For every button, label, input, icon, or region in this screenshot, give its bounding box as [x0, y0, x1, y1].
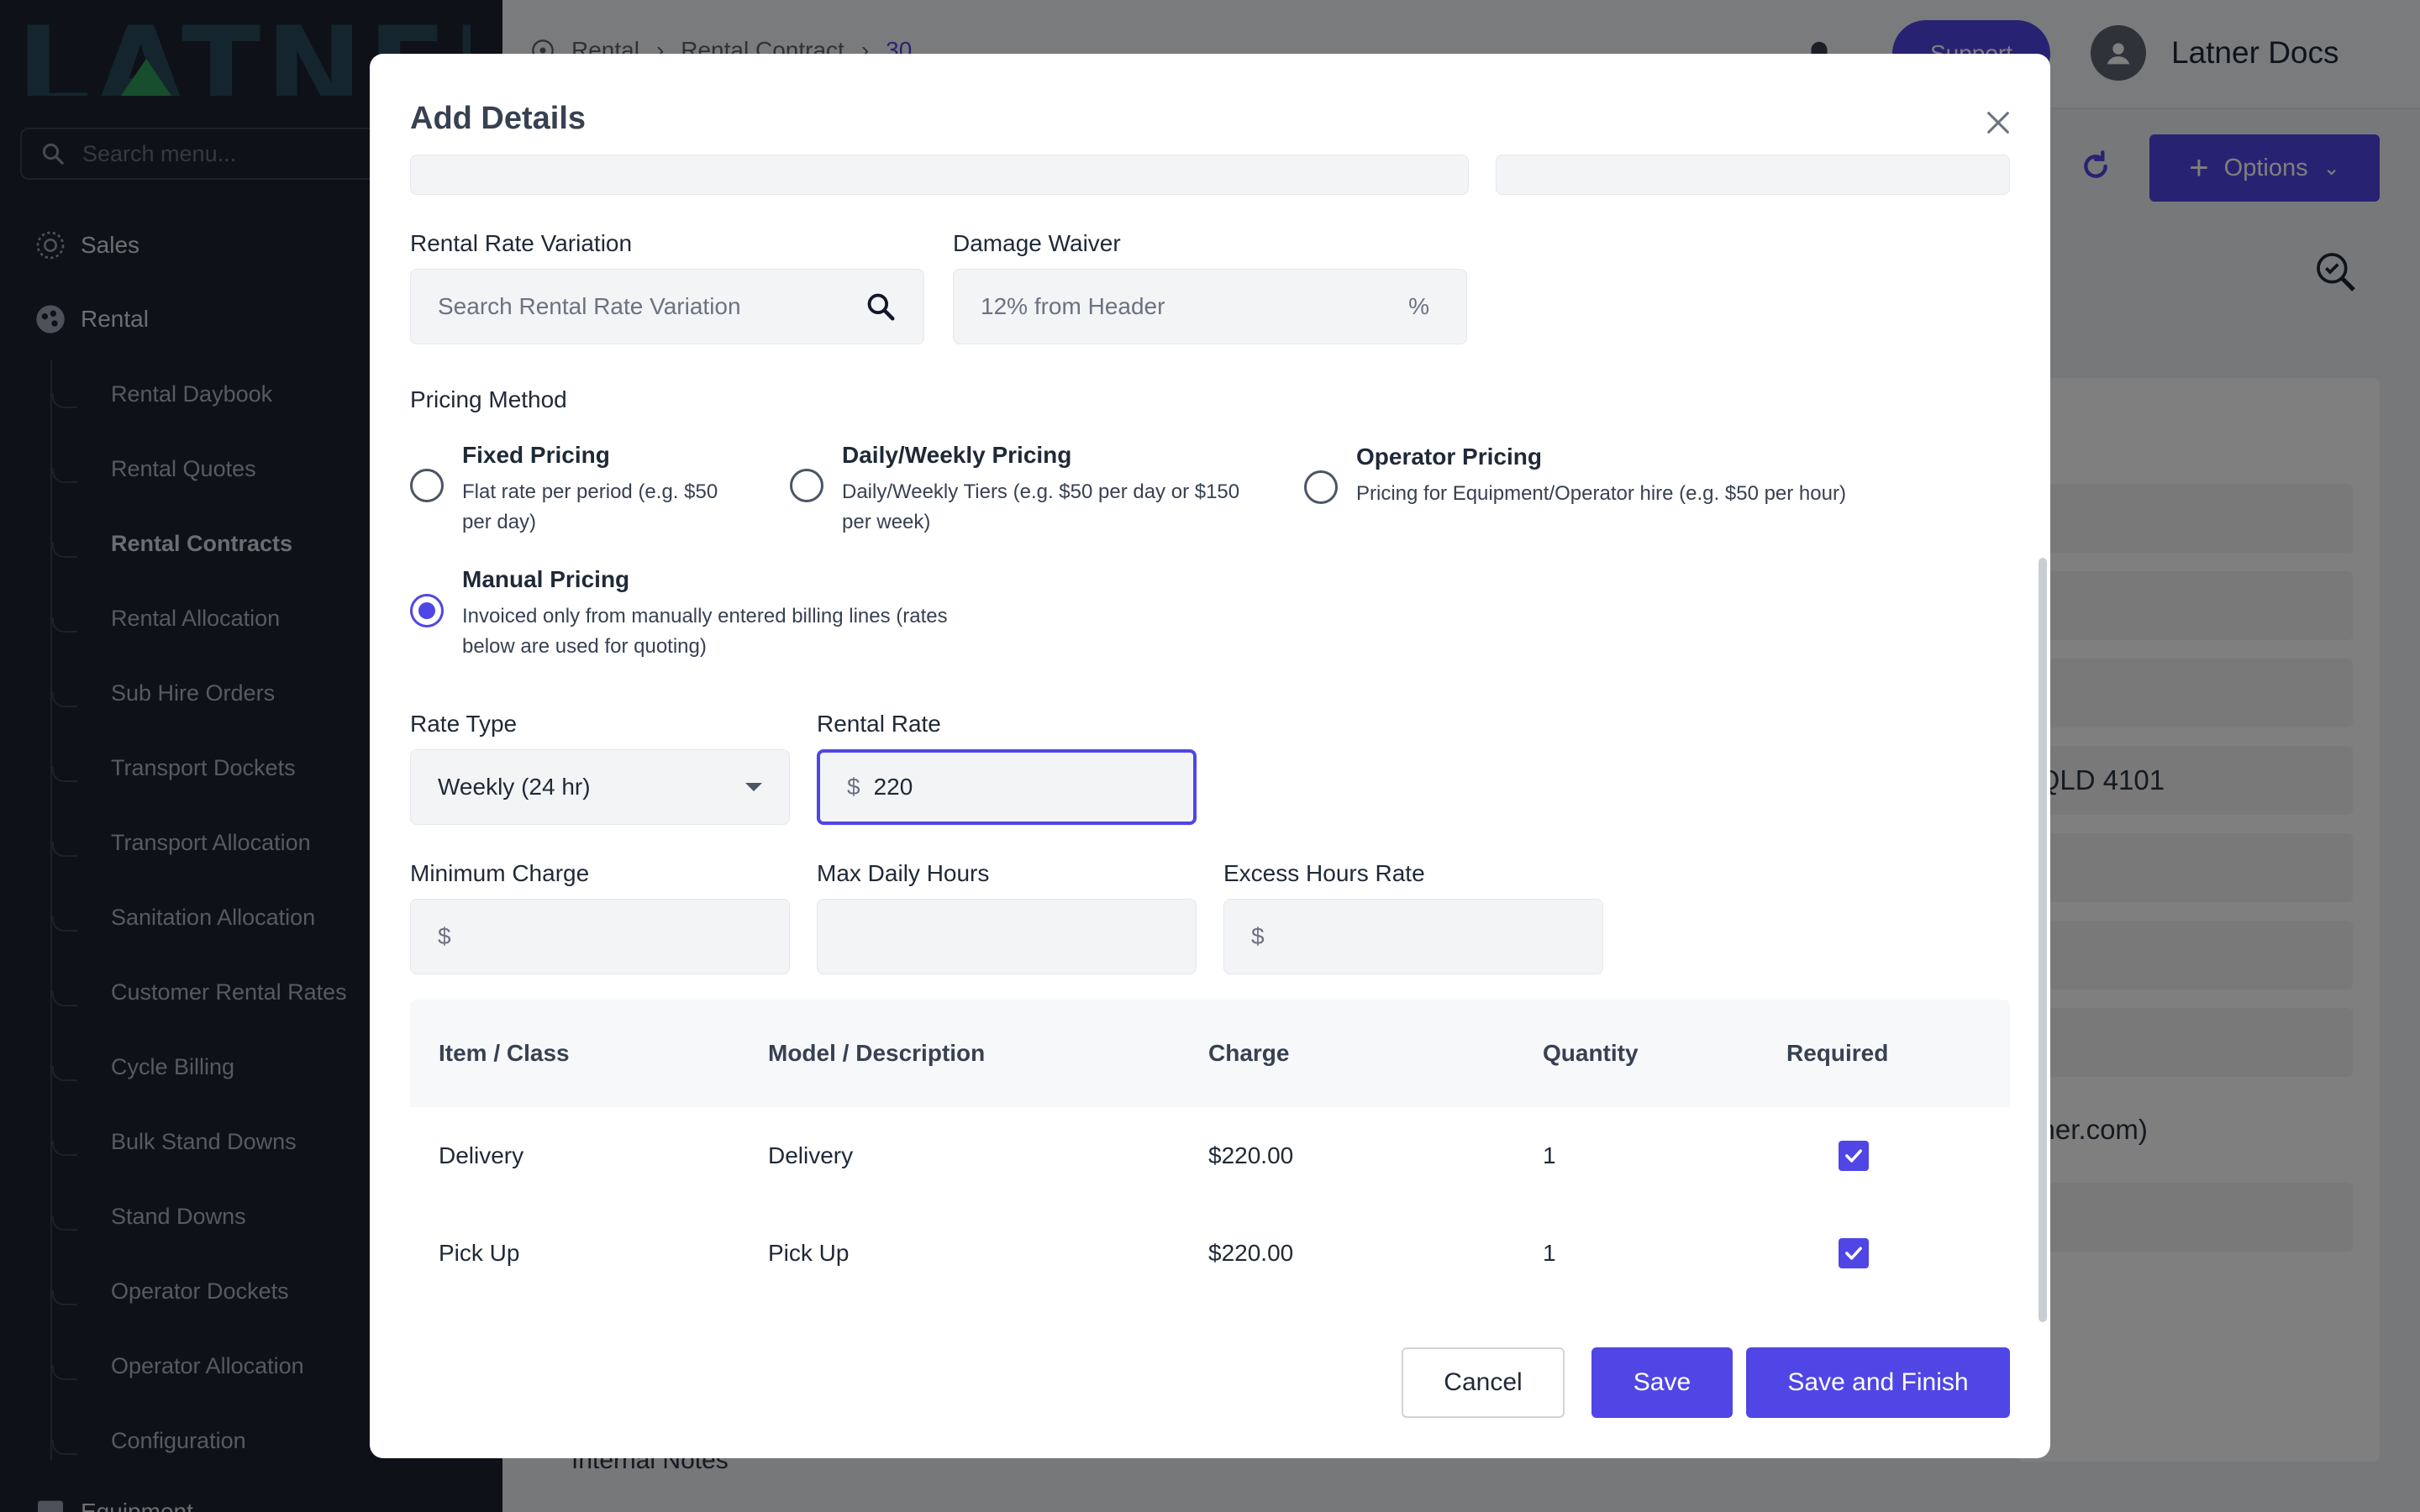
table-row[interactable]: Pick Up Pick Up $220.00 1	[410, 1205, 2010, 1302]
damage-waiver-label: Damage Waiver	[953, 230, 1121, 256]
check-icon	[1845, 1247, 1862, 1260]
required-checkbox[interactable]	[1839, 1141, 1869, 1171]
daily-weekly-pricing-desc-2: per week)	[842, 511, 931, 533]
manual-pricing-title: Manual Pricing	[462, 566, 630, 592]
rental-rate-variation-input[interactable]: Search Rental Rate Variation	[410, 269, 924, 344]
radio-operator-pricing[interactable]	[1304, 470, 1338, 504]
minimum-charge-input[interactable]: $	[410, 899, 790, 974]
max-daily-hours-input[interactable]	[817, 899, 1197, 974]
operator-pricing-title: Operator Pricing	[1356, 444, 1542, 470]
required-checkbox[interactable]	[1839, 1238, 1869, 1268]
rental-rate-input[interactable]: $ 220	[817, 749, 1197, 825]
max-daily-hours-label: Max Daily Hours	[817, 860, 990, 886]
manual-pricing-desc: Invoiced only from manually entered bill…	[462, 605, 948, 627]
currency-prefix: $	[1251, 923, 1265, 949]
radio-daily-weekly-pricing[interactable]	[790, 469, 823, 502]
minimum-charge-label: Minimum Charge	[410, 860, 590, 886]
daily-weekly-pricing-desc: Daily/Weekly Tiers (e.g. $50 per day or …	[842, 480, 1240, 503]
operator-pricing-desc: Pricing for Equipment/Operator hire (e.g…	[1356, 482, 1846, 505]
table-header: Item / Class Model / Description Charge …	[410, 1000, 2010, 1107]
add-details-modal: Add Details Rental Rate Variation Search…	[370, 54, 2050, 1458]
fixed-pricing-title: Fixed Pricing	[462, 442, 610, 468]
scrolled-field[interactable]	[1496, 155, 2010, 195]
scrolled-field[interactable]	[410, 155, 1469, 195]
check-icon	[1845, 1149, 1862, 1163]
rate-type-label: Rate Type	[410, 711, 518, 737]
modal-scrollbar[interactable]	[2039, 558, 2047, 1322]
currency-prefix: $	[847, 774, 860, 800]
radio-fixed-pricing[interactable]	[410, 469, 444, 502]
rental-rate-variation-label: Rental Rate Variation	[410, 230, 633, 256]
damage-waiver-input[interactable]: 12% from Header %	[953, 269, 1467, 344]
fixed-pricing-desc: Flat rate per period (e.g. $50	[462, 480, 718, 503]
pricing-method-label: Pricing Method	[410, 386, 567, 412]
manual-pricing-desc-2: below are used for quoting)	[462, 635, 707, 658]
dropdown-caret-icon	[745, 783, 762, 791]
rate-type-select[interactable]: Weekly (24 hr)	[410, 749, 790, 825]
excess-hours-rate-label: Excess Hours Rate	[1223, 860, 1425, 886]
charges-table: Item / Class Model / Description Charge …	[410, 1000, 2010, 1302]
rental-rate-label: Rental Rate	[817, 711, 941, 737]
cancel-button[interactable]: Cancel	[1402, 1347, 1565, 1418]
radio-manual-pricing[interactable]	[410, 594, 444, 627]
fixed-pricing-desc-2: per day)	[462, 511, 537, 533]
close-icon	[1987, 112, 2009, 134]
excess-hours-rate-input[interactable]: $	[1223, 899, 1603, 974]
table-row[interactable]: Delivery Delivery $220.00 1	[410, 1107, 2010, 1205]
currency-prefix: $	[438, 923, 451, 949]
save-button[interactable]: Save	[1591, 1347, 1733, 1418]
close-button[interactable]	[1976, 101, 2020, 144]
search-icon[interactable]	[865, 291, 897, 323]
save-and-finish-button[interactable]: Save and Finish	[1746, 1347, 2010, 1418]
modal-title: Add Details	[410, 101, 587, 136]
daily-weekly-pricing-title: Daily/Weekly Pricing	[842, 442, 1072, 468]
percent-suffix: %	[1408, 293, 1429, 319]
